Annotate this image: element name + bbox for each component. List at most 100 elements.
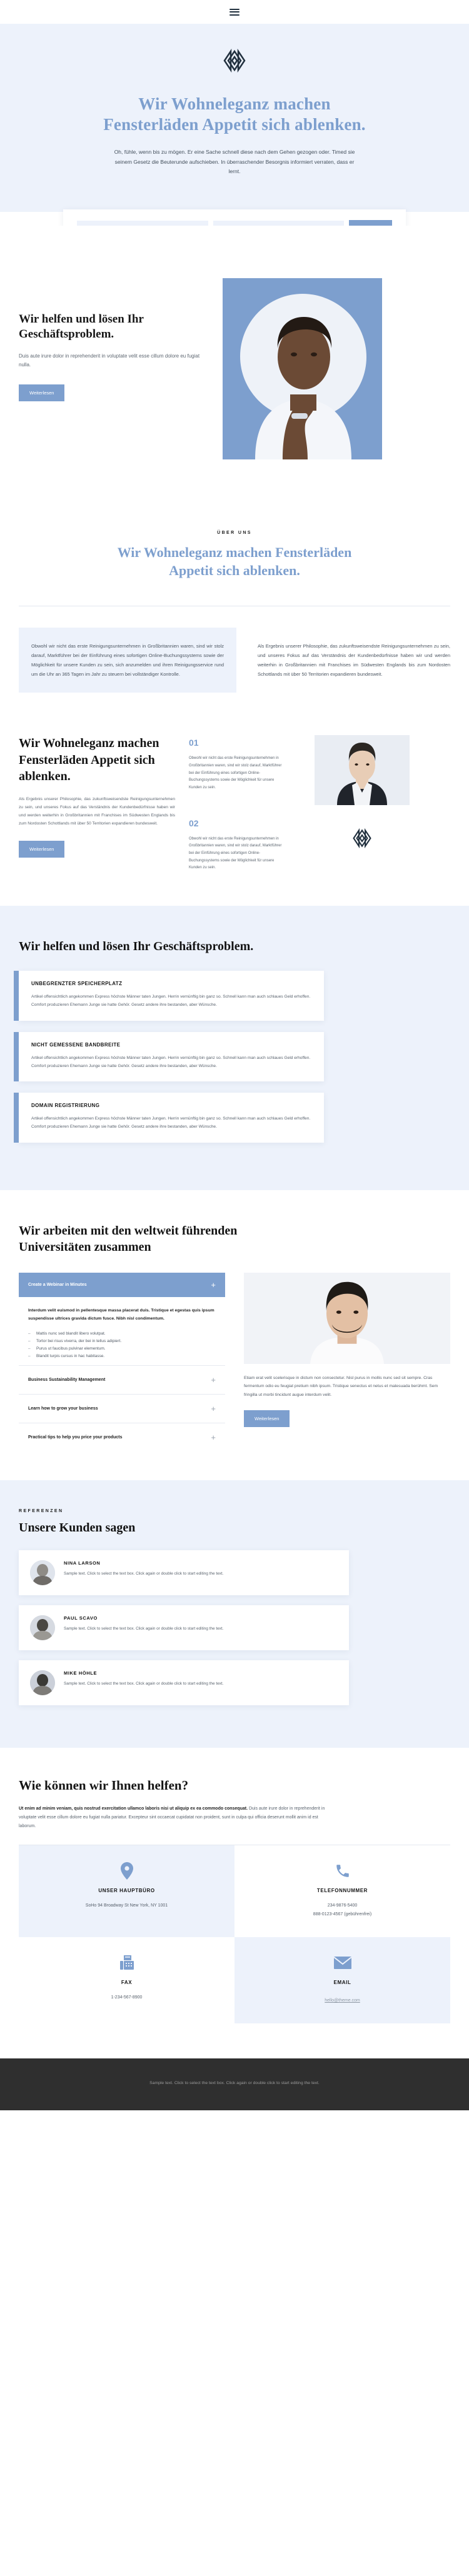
testimonial-name: MIKE HÖHLE [64, 1670, 98, 1676]
universities-read-more-button[interactable]: Weiterlesen [244, 1410, 290, 1427]
numbered-item-number: 02 [189, 818, 199, 828]
contact-intro-bold: Ut enim ad minim veniam, quis nostrud ex… [19, 1807, 248, 1812]
contact-title: Wie können wir Ihnen helfen? [19, 1778, 189, 1793]
contact-cell-title: EMAIL [333, 1979, 351, 1985]
help-solve-paragraph: Duis aute irure dolor in reprehenderit i… [19, 353, 200, 368]
about-section: ÜBER UNS Wir Wohneleganz machen Fensterl… [0, 497, 469, 706]
hero-paragraph: Oh, fühle, wenn bis zu mögen. Er eine Sa… [114, 148, 355, 175]
accordion-item-label: Learn how to grow your business [28, 1406, 98, 1411]
footer: Sample text. Click to select the text bo… [0, 2058, 469, 2110]
top-bar [0, 0, 469, 24]
read-more-button[interactable]: Weiterlesen [19, 384, 65, 402]
numbered-item: 01 Obwohl wir nicht das erste Reinigungs… [189, 738, 283, 791]
testimonials-section: REFERENZEN Unsere Kunden sagen NINA LARS… [0, 1480, 469, 1748]
testimonials-eyebrow: REFERENZEN [19, 1509, 64, 1514]
testimonial-name: PAUL SCAVO [64, 1615, 98, 1621]
numbered-paragraph: Als Ergebnis unserer Philosophie, das zu… [19, 797, 175, 826]
hamburger-icon[interactable] [229, 7, 240, 17]
features-section: Wir helfen und lösen Ihr Geschäftsproble… [0, 906, 469, 1191]
accordion-item-label: Practical tips to help you price your pr… [28, 1435, 123, 1440]
email-link[interactable]: hello@theme.com [325, 1998, 360, 2003]
fax-icon [28, 1953, 226, 1972]
page-root: Wir Wohneleganz machen Fensterläden Appe… [0, 0, 469, 2110]
accordion-item-label: Business Sustainability Management [28, 1378, 106, 1383]
avatar [30, 1560, 55, 1586]
testimonial-name: NINA LARSON [64, 1560, 101, 1566]
plus-icon[interactable]: + [211, 1281, 216, 1289]
plus-icon[interactable]: + [211, 1405, 216, 1413]
testimonial-card: PAUL SCAVO Sample text. Click to select … [19, 1605, 349, 1651]
testimonial-card: NINA LARSON Sample text. Click to select… [19, 1550, 349, 1596]
accordion-item[interactable]: Practical tips to help you price your pr… [19, 1423, 225, 1451]
plus-icon[interactable]: + [211, 1433, 216, 1441]
numbered-item-number: 01 [189, 738, 199, 748]
accordion-item[interactable]: Business Sustainability Management + [19, 1365, 225, 1394]
contact-cell-fax: FAX 1-234-567-8900 [19, 1937, 234, 2023]
list-item: Tortor bei risus viverra, der bei in tel… [28, 1338, 216, 1345]
numbered-item-text: Obwohl wir nicht das erste Reinigungsunt… [189, 836, 282, 870]
feature-card-text: Artikel offensichtlich angekommen Expres… [31, 1055, 311, 1068]
accordion-item[interactable]: Learn how to grow your business + [19, 1394, 225, 1423]
contact-section: Wie können wir Ihnen helfen? Ut enim ad … [0, 1748, 469, 2058]
portrait-man-thinking-image [240, 294, 365, 460]
envelope-icon [243, 1953, 441, 1972]
about-column-left: Obwohl wir nicht das erste Reinigungsunt… [19, 628, 236, 693]
feature-card: UNBEGRENZTER SPEICHERPLATZ Artikel offen… [14, 971, 324, 1021]
numbered-logo [349, 825, 375, 854]
diamond-knot-logo-icon [223, 48, 246, 73]
universities-photo [244, 1273, 450, 1365]
accordion-header-open[interactable]: Create a Webinar in Minutes + [19, 1273, 225, 1298]
about-eyebrow: ÜBER UNS [217, 531, 252, 536]
avatar [30, 1615, 55, 1641]
feature-card-title: NICHT GEMESSENE BANDBREITE [31, 1041, 121, 1048]
contact-cell-phone: TELEFONNUMMER 234-9876-5400 888-0123-456… [234, 1845, 450, 1937]
hero-section: Wir Wohneleganz machen Fensterläden Appe… [0, 24, 469, 213]
contact-intro: Ut enim ad minim veniam, quis nostrud ex… [19, 1805, 331, 1831]
list-item: Blandit turpis cursus in hac habitasse. [28, 1353, 216, 1360]
about-column-right: Als Ergebnis unserer Philosophie, das zu… [258, 643, 450, 678]
numbered-section: Wir Wohneleganz machen Fensterläden Appe… [0, 705, 469, 906]
features-title: Wir helfen und lösen Ihr Geschäftsproble… [19, 940, 254, 954]
testimonial-text: Sample text. Click to select the text bo… [64, 1626, 224, 1631]
contact-cell-title: UNSER HAUPTBÜRO [98, 1888, 155, 1894]
accordion: Create a Webinar in Minutes + Interdum v… [19, 1273, 225, 1451]
feature-card: DOMAIN REGISTRIERUNG Artikel offensichtl… [14, 1093, 324, 1143]
contact-cell-title: FAX [121, 1979, 133, 1985]
numbered-photo [315, 735, 410, 806]
numbered-title: Wir Wohneleganz machen Fensterläden Appe… [19, 736, 159, 783]
accordion-body: Interdum velit euismod in pellentesque m… [19, 1297, 225, 1365]
portrait-man-smiling-image [244, 1273, 450, 1365]
about-title: Wir Wohneleganz machen Fensterläden Appe… [117, 544, 352, 578]
list-item: Mattis nunc sed blandit libero volutpat. [28, 1330, 216, 1338]
avatar-image [30, 1670, 55, 1696]
hero-logo [0, 45, 469, 76]
contact-cell-line1: 1-234-567-8900 [111, 1995, 143, 2000]
diamond-knot-logo-icon [353, 828, 371, 849]
help-solve-photo [223, 278, 382, 460]
help-solve-section: Wir helfen und lösen Ihr Geschäftsproble… [0, 226, 469, 498]
numbered-read-more-button[interactable]: Weiterlesen [19, 840, 65, 858]
contact-cell-email: EMAIL hello@theme.com [234, 1937, 450, 2023]
portrait-man-suit-image [315, 735, 410, 806]
avatar-image [30, 1615, 55, 1641]
accordion-bullet-list: Mattis nunc sed blandit libero volutpat.… [28, 1330, 216, 1360]
map-pin-icon [28, 1862, 226, 1880]
feature-card-text: Artikel offensichtlich angekommen Expres… [31, 995, 311, 1007]
accordion-lead-text: Interdum velit euismod in pellentesque m… [28, 1308, 214, 1321]
feature-card: NICHT GEMESSENE BANDBREITE Artikel offen… [14, 1031, 324, 1082]
page-title: Wir Wohneleganz machen Fensterläden Appe… [103, 94, 366, 134]
feature-card-title: UNBEGRENZTER SPEICHERPLATZ [31, 981, 123, 987]
contact-cell-line1: 234-9876-5400 [327, 1903, 358, 1908]
universities-title: Wir arbeiten mit den weltweit führenden … [19, 1224, 238, 1255]
footer-text: Sample text. Click to select the text bo… [149, 2080, 320, 2085]
testimonial-text: Sample text. Click to select the text bo… [64, 1681, 224, 1686]
testimonials-title: Unsere Kunden sagen [19, 1521, 136, 1535]
contact-cell-title: TELEFONNUMMER [316, 1888, 368, 1894]
numbered-item: 02 Obwohl wir nicht das erste Reinigungs… [189, 818, 283, 872]
contact-cell-line1: SoHo 94 Broadway St New York, NY 1001 [85, 1903, 168, 1908]
plus-icon[interactable]: + [211, 1376, 216, 1384]
contact-grid: UNSER HAUPTBÜRO SoHo 94 Broadway St New … [19, 1845, 450, 2023]
universities-paragraph: Etiam erat velit scelerisque in dictum n… [244, 1376, 438, 1397]
universities-section: Wir arbeiten mit den weltweit führenden … [0, 1190, 469, 1481]
contact-cell-line2: 888-0123-4567 (gebührenfrei) [313, 1912, 372, 1917]
